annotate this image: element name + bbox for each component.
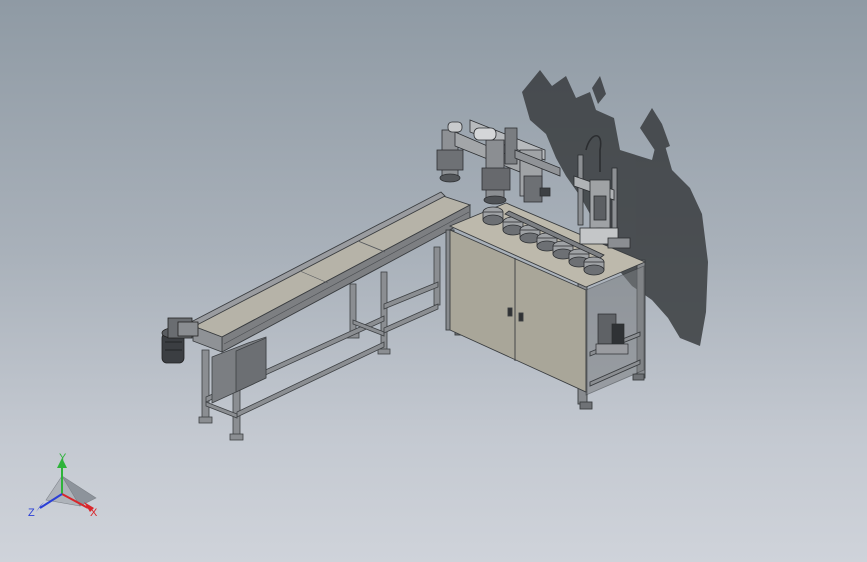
x-axis-label: X xyxy=(90,507,98,519)
conveyor-belt xyxy=(190,191,472,353)
machine-assembly-model[interactable]: Y X Z xyxy=(0,0,867,562)
y-axis-label: Y xyxy=(59,452,67,464)
axis-triad: Y X Z xyxy=(28,452,98,519)
gantry-assembly xyxy=(436,119,561,205)
z-axis-label: Z xyxy=(28,507,35,519)
cad-viewport[interactable]: Y X Z xyxy=(0,0,867,562)
